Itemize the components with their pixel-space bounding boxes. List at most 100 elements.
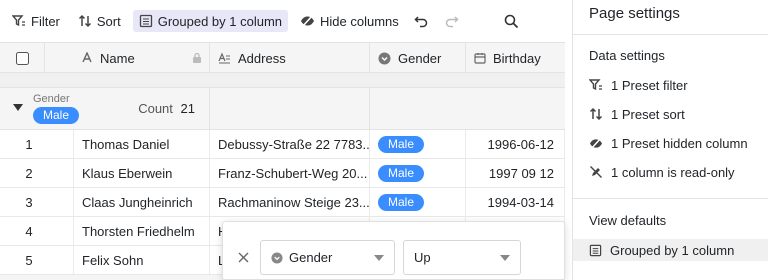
table-row[interactable]: 1 Thomas Daniel Debussy-Straße 22 7783... M…	[0, 130, 565, 159]
address-cell[interactable]: Franz-Schubert-Weg 20...	[210, 159, 370, 187]
row-gutter	[58, 217, 74, 245]
sort-direction-value: Up	[414, 250, 431, 265]
column-header-birthday[interactable]: Birthday	[466, 43, 565, 73]
eye-slash-icon	[301, 15, 315, 27]
column-header-address[interactable]: Address	[210, 43, 370, 73]
preset-filter-label: 1 Preset filter	[611, 77, 688, 93]
sort-direction-select[interactable]: Up	[403, 240, 521, 275]
filter-icon	[589, 79, 602, 91]
redo-button[interactable]	[441, 10, 463, 32]
edit-off-icon	[590, 166, 602, 178]
redo-icon	[446, 16, 459, 28]
group-info-cell: Gender Male Count 21	[0, 88, 210, 130]
select-all-cell[interactable]	[0, 43, 45, 73]
caret-down-icon[interactable]	[13, 104, 23, 112]
group-icon	[139, 14, 152, 28]
group-header-row[interactable]: Gender Male Count 21	[0, 87, 565, 130]
filter-icon	[12, 15, 25, 27]
view-defaults-title: View defaults	[589, 213, 667, 228]
birthday-text: 1994-03-14	[487, 194, 555, 210]
gender-tag: Male	[378, 164, 425, 182]
gender-cell[interactable]: Male	[370, 130, 466, 158]
preset-sort-item[interactable]: 1 Preset sort	[589, 103, 685, 125]
name-cell[interactable]: Thorsten Friedhelm	[74, 217, 210, 245]
name-cell[interactable]: Thomas Daniel	[74, 130, 210, 158]
name-text: Thorsten Friedhelm	[82, 223, 195, 239]
sort-label: Sort	[96, 13, 121, 29]
address-cell[interactable]: Debussy-Straße 22 7783...	[210, 130, 370, 158]
filter-button[interactable]: Filter	[6, 10, 66, 32]
app-root: Filter Sort Grouped by 1 column Hide col…	[0, 0, 768, 280]
gender-cell[interactable]: Male	[370, 159, 466, 187]
text-column-icon	[82, 52, 92, 63]
hide-columns-button[interactable]: Hide columns	[294, 10, 405, 32]
address-cell[interactable]: Rachmaninow Steige 23...	[210, 188, 370, 216]
view-default-group-item[interactable]: Grouped by 1 column	[573, 239, 768, 261]
page-settings-panel: Page settings Data settings 1 Preset fil…	[572, 0, 768, 280]
group-summary-address	[210, 88, 370, 130]
sort-field-select[interactable]: Gender	[260, 240, 395, 275]
search-button[interactable]	[501, 10, 523, 32]
row-gutter	[58, 159, 74, 187]
group-spacer	[0, 73, 565, 87]
name-cell[interactable]: Claas Jungheinrich	[74, 188, 210, 216]
name-text: Thomas Daniel	[82, 136, 170, 152]
gender-tag: Male	[378, 193, 425, 211]
group-summary-rest	[370, 88, 565, 130]
row-index-text: 4	[25, 223, 33, 239]
table-row[interactable]: 3 Claas Jungheinrich Rachmaninow Steige 23…	[0, 188, 565, 217]
read-only-column-item[interactable]: 1 column is read-only	[589, 161, 735, 183]
checkbox-icon[interactable]	[15, 51, 29, 65]
sort-button[interactable]: Sort	[72, 10, 127, 32]
row-index-cell[interactable]: 5	[0, 246, 58, 274]
group-label: Grouped by 1 column	[157, 13, 283, 29]
address-text: Rachmaninow Steige 23...	[218, 194, 370, 210]
column-label-name: Name	[100, 50, 135, 66]
row-gutter	[58, 188, 74, 216]
chevron-down-icon	[500, 255, 510, 261]
row-index-cell[interactable]: 4	[0, 217, 58, 245]
column-label-birthday: Birthday	[493, 50, 541, 66]
single-select-icon	[378, 52, 391, 64]
filter-label: Filter	[31, 13, 60, 29]
preset-sort-label: 1 Preset sort	[611, 106, 685, 122]
birthday-cell[interactable]: 1996-06-12	[466, 130, 565, 158]
undo-button[interactable]	[411, 10, 433, 32]
divider	[573, 198, 768, 199]
row-index-cell[interactable]: 2	[0, 159, 58, 187]
name-cell[interactable]: Klaus Eberwein	[74, 159, 210, 187]
row-index-cell[interactable]: 3	[0, 188, 58, 216]
gender-cell[interactable]: Male	[370, 188, 466, 216]
divider	[573, 34, 768, 35]
row-gutter	[58, 246, 74, 274]
row-index-text: 2	[25, 165, 33, 181]
sort-icon	[589, 107, 603, 121]
name-cell[interactable]: Felix Sohn	[74, 246, 210, 274]
preset-hidden-column-item[interactable]: 1 Preset hidden column	[589, 132, 748, 154]
eye-slash-icon	[589, 137, 603, 149]
preset-hidden-column-label: 1 Preset hidden column	[611, 135, 748, 151]
row-index-text: 1	[25, 136, 33, 152]
row-index-cell[interactable]: 1	[0, 130, 58, 158]
column-header-name[interactable]: Name	[45, 43, 210, 73]
column-header-gender[interactable]: Gender	[370, 43, 466, 73]
birthday-cell[interactable]: 1997 09 12	[466, 159, 565, 187]
gender-tag: Male	[378, 135, 425, 153]
birthday-text: 1996-06-12	[487, 136, 555, 152]
close-icon[interactable]	[238, 252, 249, 263]
row-gutter	[58, 130, 74, 158]
group-button[interactable]: Grouped by 1 column	[132, 10, 289, 32]
search-icon	[504, 14, 519, 28]
column-label-gender: Gender	[398, 50, 442, 66]
table-row[interactable]: 2 Klaus Eberwein Franz-Schubert-Weg 20... M…	[0, 159, 565, 188]
long-text-icon	[218, 52, 230, 64]
view-default-group-label: Grouped by 1 column	[610, 242, 735, 258]
address-text: Debussy-Straße 22 7783...	[218, 136, 370, 152]
single-select-icon	[271, 251, 283, 264]
row-index-text: 5	[25, 252, 33, 268]
toolbar: Filter Sort Grouped by 1 column Hide col…	[0, 0, 565, 42]
row-index-text: 3	[25, 194, 33, 210]
birthday-cell[interactable]: 1994-03-14	[466, 188, 565, 216]
grid-header: Name Address Gender Birthday	[0, 42, 565, 73]
preset-filter-item[interactable]: 1 Preset filter	[589, 74, 688, 96]
